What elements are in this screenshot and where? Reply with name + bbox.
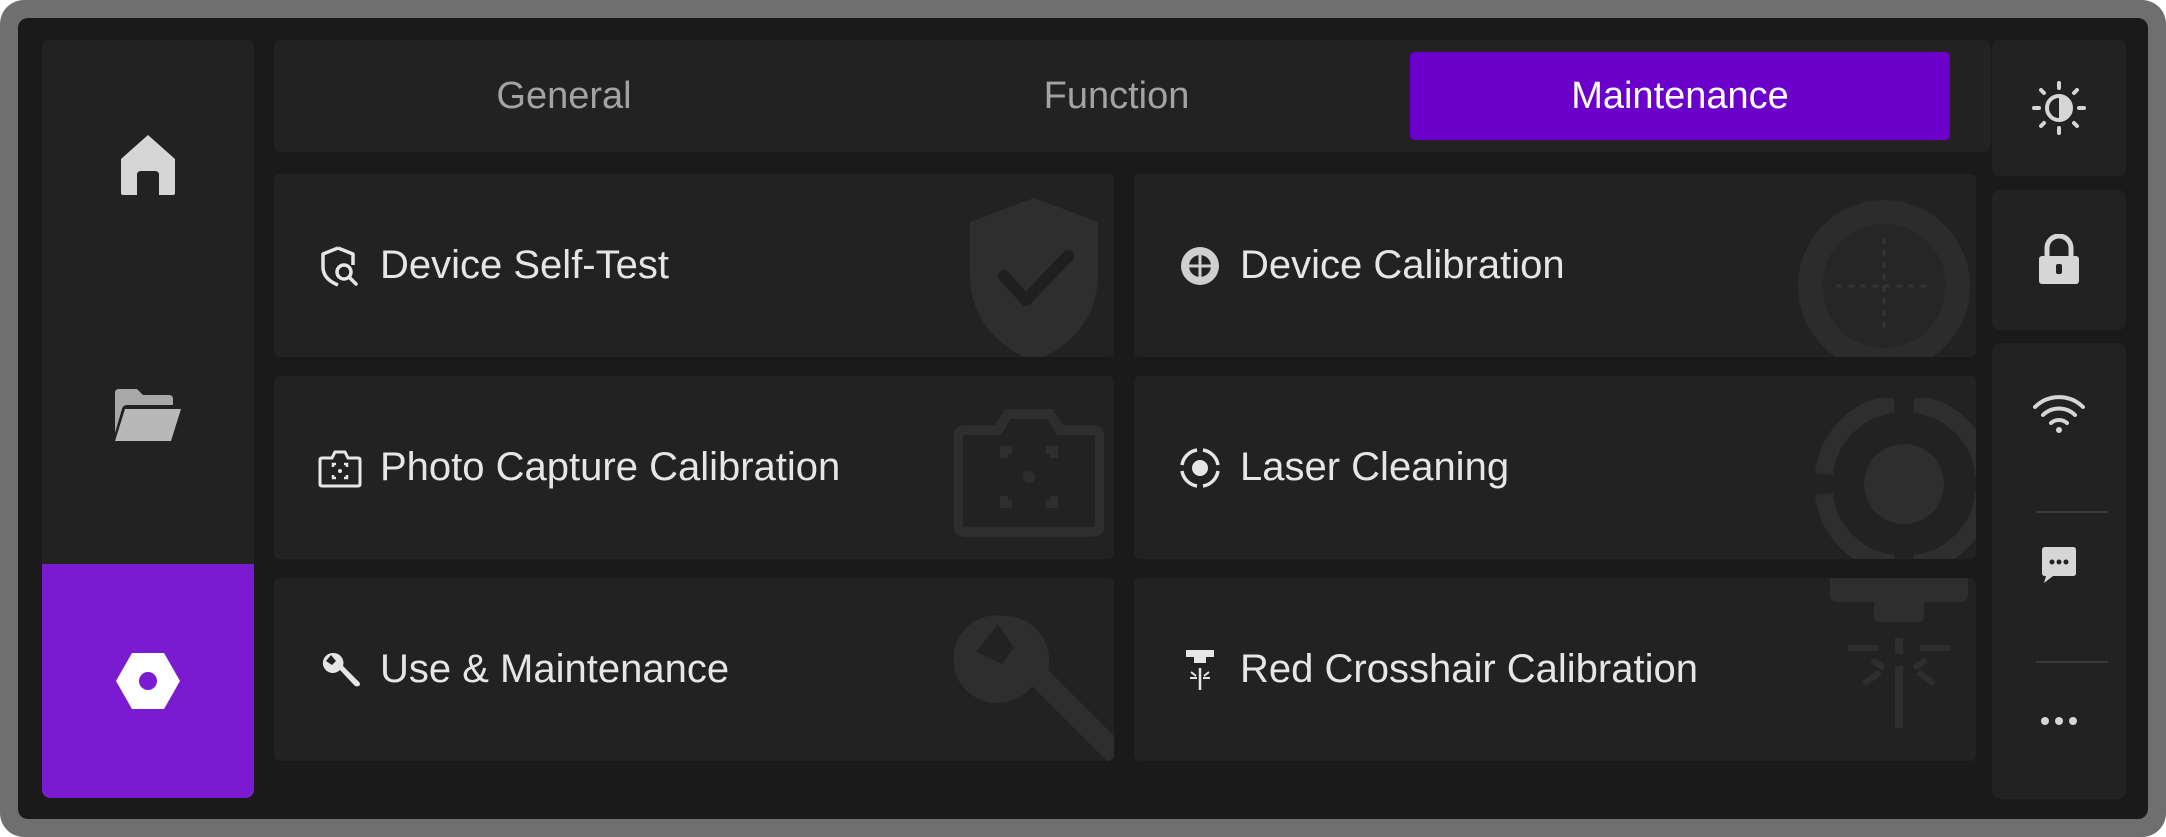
wifi-button[interactable] xyxy=(1992,383,2126,443)
card-label: Red Crosshair Calibration xyxy=(1240,647,1698,691)
brightness-icon xyxy=(2032,81,2086,135)
more-icon xyxy=(2041,717,2077,725)
camera-focus-icon xyxy=(318,446,362,490)
laser-head-icon xyxy=(1178,648,1222,692)
card-label: Laser Cleaning xyxy=(1240,445,1510,489)
card-label: Device Calibration xyxy=(1240,243,1565,287)
card-label: Device Self-Test xyxy=(380,243,669,287)
status-group xyxy=(1992,343,2126,799)
shield-search-icon xyxy=(318,244,362,288)
wifi-icon xyxy=(2033,395,2085,433)
brightness-button[interactable] xyxy=(1992,40,2126,176)
target-icon xyxy=(1178,244,1222,288)
shield-check-icon xyxy=(970,198,1098,357)
card-laser-cleaning[interactable]: Laser Cleaning xyxy=(1134,376,1976,559)
nav-settings[interactable] xyxy=(42,564,254,798)
left-nav xyxy=(42,40,254,798)
card-use-maintenance[interactable]: Use & Maintenance xyxy=(274,578,1114,761)
tab-function[interactable]: Function xyxy=(834,52,1399,140)
card-device-calibration[interactable]: Device Calibration xyxy=(1134,174,1976,357)
card-photo-capture-calibration[interactable]: Photo Capture Calibration xyxy=(274,376,1114,559)
home-icon xyxy=(121,135,175,195)
wrench-icon xyxy=(318,648,362,692)
message-button[interactable] xyxy=(1992,535,2126,595)
card-label-row: Use & Maintenance xyxy=(318,578,729,761)
card-label-row: Laser Cleaning xyxy=(1178,376,1509,559)
lock-button[interactable] xyxy=(1992,190,2126,330)
brightness-icon-wrap xyxy=(1992,40,2126,176)
card-device-self-test[interactable]: Device Self-Test xyxy=(274,174,1114,357)
rail-divider xyxy=(2036,511,2108,513)
tab-maintenance[interactable]: Maintenance xyxy=(1410,52,1950,140)
nav-home[interactable] xyxy=(42,40,254,290)
screen: General Function Maintenance Device Self… xyxy=(18,18,2148,819)
device-frame: General Function Maintenance Device Self… xyxy=(0,0,2166,837)
wrench-bg-icon xyxy=(954,615,1114,761)
card-label-row: Photo Capture Calibration xyxy=(318,376,840,559)
more-button[interactable] xyxy=(1992,691,2126,751)
card-label: Photo Capture Calibration xyxy=(380,445,841,489)
nav-files[interactable] xyxy=(42,290,254,540)
tab-bar: General Function Maintenance xyxy=(274,40,1991,152)
card-label: Use & Maintenance xyxy=(380,647,730,691)
camera-bg-icon xyxy=(954,409,1104,537)
calibration-target-icon xyxy=(1798,200,1970,357)
card-label-row: Red Crosshair Calibration xyxy=(1178,578,1698,761)
tab-general[interactable]: General xyxy=(304,52,824,140)
rail-divider xyxy=(2036,661,2108,663)
card-label-row: Device Calibration xyxy=(1178,174,1565,357)
lock-icon xyxy=(2039,234,2079,284)
message-icon xyxy=(2042,547,2076,583)
card-label-row: Device Self-Test xyxy=(318,174,669,357)
folder-icon xyxy=(115,389,181,441)
settings-icon xyxy=(116,653,180,709)
lock-icon-wrap xyxy=(1992,190,2126,330)
laser-ring-icon xyxy=(1815,398,1976,559)
card-red-crosshair-calibration[interactable]: Red Crosshair Calibration xyxy=(1134,578,1976,761)
laser-dot-icon xyxy=(1178,446,1222,490)
laser-head-bg-icon xyxy=(1830,578,1968,728)
